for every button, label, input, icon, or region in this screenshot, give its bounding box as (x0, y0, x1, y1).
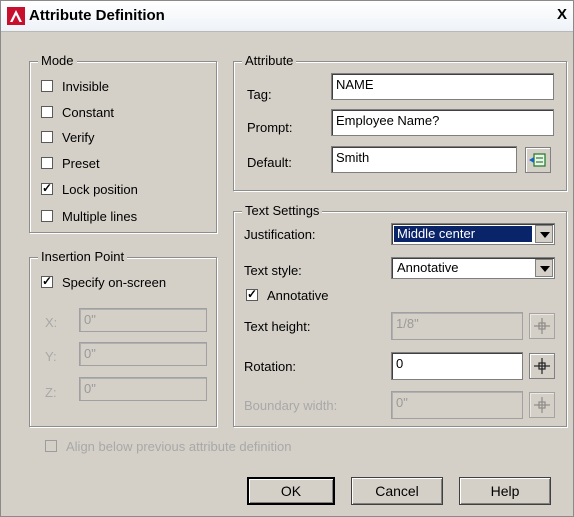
boundary-width-pick-button[interactable] (529, 392, 555, 418)
justification-select[interactable]: Middle center (391, 223, 555, 245)
checkbox-box[interactable] (41, 106, 53, 118)
text-style-value: Annotative (397, 260, 459, 275)
verify-checkbox[interactable]: Verify (41, 128, 95, 146)
checkbox-box[interactable] (41, 80, 53, 92)
text-height-field[interactable]: 1/8" (391, 312, 523, 340)
text-style-select[interactable]: Annotative (391, 257, 555, 279)
boundary-width-field[interactable]: 0" (391, 391, 523, 419)
x-label: X: (45, 315, 58, 330)
justification-value: Middle center (393, 225, 533, 243)
constant-checkbox[interactable]: Constant (41, 103, 114, 121)
rotation-field[interactable]: 0 (391, 352, 523, 380)
help-button[interactable]: Help (459, 477, 551, 505)
multiple-lines-checkbox[interactable]: Multiple lines (41, 207, 137, 225)
chevron-down-icon[interactable] (535, 259, 553, 277)
x-field[interactable]: 0" (79, 308, 207, 332)
dialog-title: Attribute Definition (29, 7, 165, 24)
checkbox-label: Lock position (62, 181, 138, 197)
checkbox-label: Align below previous attribute definitio… (66, 438, 292, 454)
checkbox-box[interactable] (41, 181, 53, 195)
prompt-label: Prompt: (247, 120, 293, 135)
checkbox-label: Invisible (62, 78, 109, 94)
annotative-checkbox[interactable]: Annotative (246, 286, 328, 304)
y-field[interactable]: 0" (79, 342, 207, 366)
align-below-checkbox[interactable]: Align below previous attribute definitio… (45, 437, 291, 455)
close-button[interactable]: X (557, 5, 567, 25)
tag-field[interactable]: NAME (331, 73, 554, 100)
title-bar[interactable]: Attribute Definition X (1, 1, 573, 32)
chevron-down-icon[interactable] (535, 225, 553, 243)
text-style-label: Text style: (244, 263, 302, 278)
tag-label: Tag: (247, 87, 272, 102)
autocad-logo-icon (7, 7, 25, 25)
z-field[interactable]: 0" (79, 377, 207, 401)
insert-field-icon (529, 153, 546, 167)
invisible-checkbox[interactable]: Invisible (41, 77, 109, 95)
checkbox-box[interactable] (45, 440, 57, 452)
insert-field-button[interactable] (525, 147, 551, 173)
boundary-width-label: Boundary width: (244, 398, 338, 413)
z-label: Z: (45, 385, 57, 400)
rotation-pick-button[interactable] (529, 353, 555, 379)
checkbox-label: Annotative (267, 287, 329, 303)
attribute-definition-dialog: Attribute Definition X Mode Invisible Co… (0, 0, 574, 517)
justification-label: Justification: (244, 227, 316, 242)
text-settings-legend: Text Settings (242, 203, 323, 218)
cancel-button[interactable]: Cancel (351, 477, 443, 505)
mode-legend: Mode (38, 53, 77, 68)
checkbox-box[interactable] (41, 210, 53, 222)
prompt-field[interactable]: Employee Name? (331, 109, 554, 136)
checkbox-box[interactable] (41, 274, 53, 288)
text-height-pick-button[interactable] (529, 313, 555, 339)
attribute-legend: Attribute (242, 53, 297, 68)
checkbox-label: Specify on-screen (62, 274, 167, 290)
default-field[interactable]: Smith (331, 146, 517, 173)
ok-button[interactable]: OK (247, 477, 335, 505)
lock-position-checkbox[interactable]: Lock position (41, 180, 138, 198)
checkbox-box[interactable] (41, 157, 53, 169)
preset-checkbox[interactable]: Preset (41, 154, 100, 172)
checkbox-label: Multiple lines (62, 208, 138, 224)
specify-on-screen-checkbox[interactable]: Specify on-screen (41, 273, 166, 291)
crosshair-pick-icon (534, 318, 550, 334)
checkbox-box[interactable] (246, 287, 258, 301)
checkbox-box[interactable] (41, 131, 53, 143)
default-label: Default: (247, 155, 292, 170)
checkbox-label: Verify (62, 129, 95, 145)
crosshair-pick-icon (534, 358, 550, 374)
checkbox-label: Constant (62, 104, 115, 120)
checkbox-label: Preset (62, 155, 100, 171)
rotation-label: Rotation: (244, 359, 297, 374)
crosshair-pick-icon (534, 397, 550, 413)
y-label: Y: (45, 349, 57, 364)
text-height-label: Text height: (244, 319, 311, 334)
insertion-point-legend: Insertion Point (38, 249, 128, 264)
